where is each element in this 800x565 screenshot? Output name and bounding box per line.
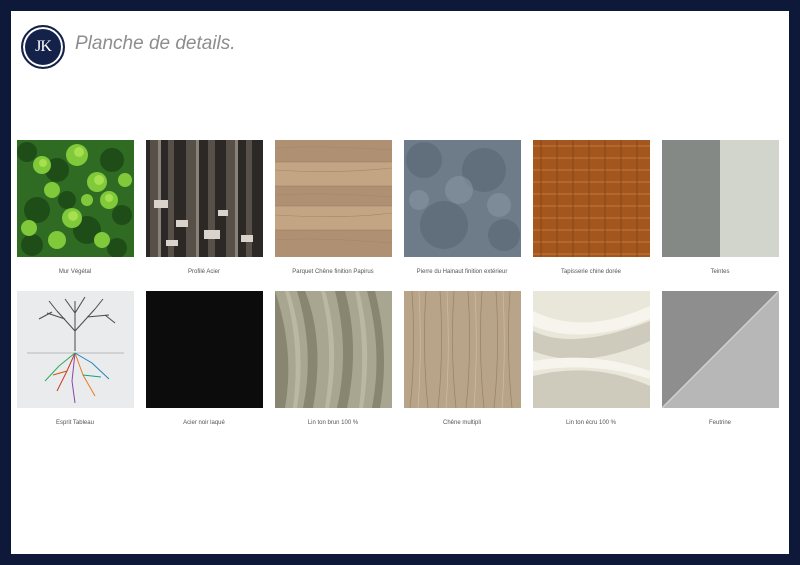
caption-lin-brun: Lin ton brun 100 % [307, 420, 359, 426]
brown-linen-swatch [275, 291, 392, 408]
logo-text: JK [35, 38, 52, 55]
felt-swatch [662, 291, 779, 408]
caption-teintes: Teintes [710, 269, 730, 275]
caption-pierre-hainaut: Pierre du Hainaut finition extérieur [416, 269, 508, 275]
caption-esprit-tableau: Esprit Tableau [56, 420, 94, 426]
caption-profile-acier: Profilé Acier [187, 269, 220, 275]
oak-parquet-swatch [275, 140, 392, 257]
jk-logo: JK [21, 25, 65, 69]
tree-artwork-swatch [17, 291, 134, 408]
detail-board: JK Planche de details. Mur Végétal Profi… [11, 11, 789, 554]
caption-parquet-chene: Parquet Chêne finition Papirus [292, 269, 374, 275]
color-tints-swatch [662, 140, 779, 257]
steel-profiles-swatch [146, 140, 263, 257]
caption-tapisserie: Tapisserie chine dorée [560, 269, 622, 275]
green-moss-swatch [17, 140, 134, 257]
oak-multiply-swatch [404, 291, 521, 408]
caption-mur-vegetal: Mur Végétal [58, 269, 92, 275]
caption-feutrine: Feutrine [708, 420, 731, 426]
page-title: Planche de details. [75, 33, 236, 54]
caption-chene-multipli: Chêne multipli [442, 420, 482, 426]
caption-acier-noir: Acier noir laqué [183, 420, 225, 426]
black-steel-swatch [146, 291, 263, 408]
woven-tapestry-swatch [533, 140, 650, 257]
blue-stone-swatch [404, 140, 521, 257]
caption-lin-ecru: Lin ton écru 100 % [565, 420, 617, 426]
ecru-linen-swatch [533, 291, 650, 408]
